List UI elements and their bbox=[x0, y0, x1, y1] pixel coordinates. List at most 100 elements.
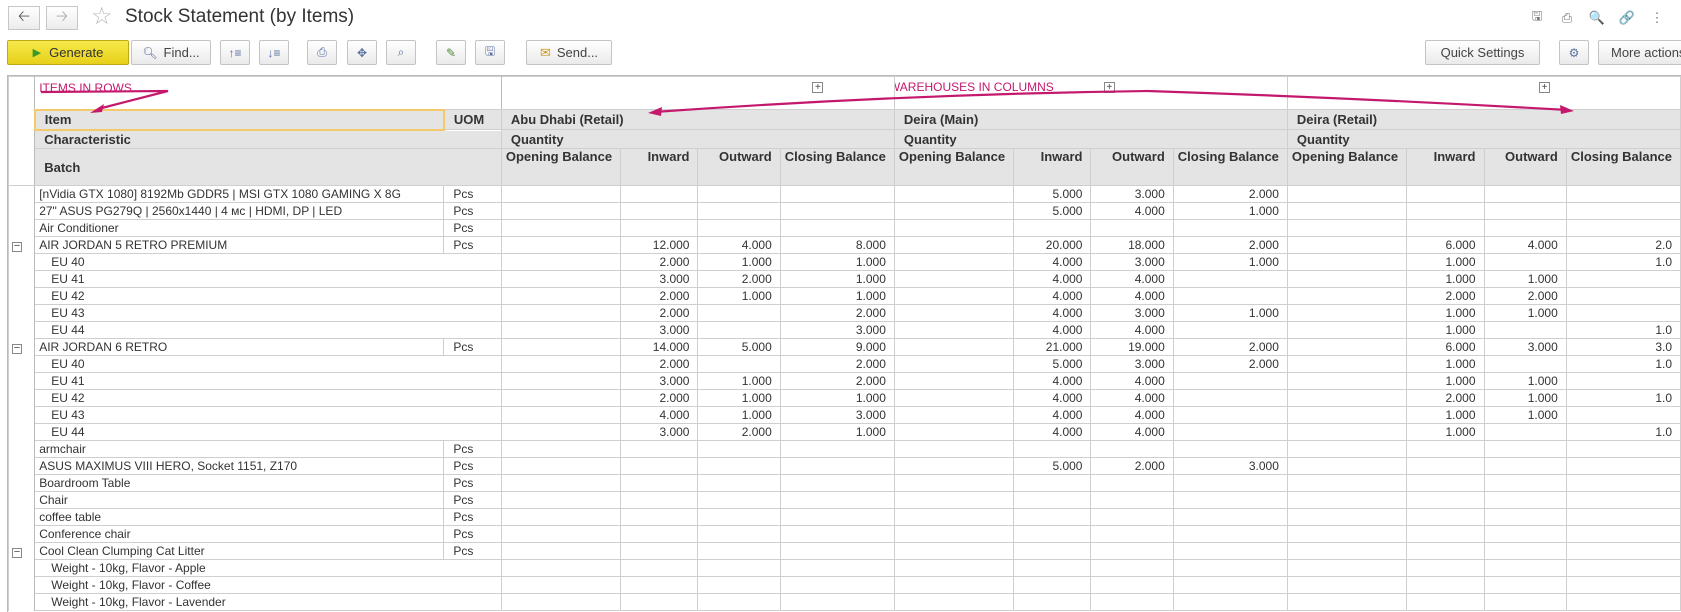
quantity-cell bbox=[1286, 338, 1408, 356]
print-button[interactable]: ⎙ bbox=[307, 40, 337, 65]
table-row[interactable]: ASUS MAXIMUS VIII HERO, Socket 1151, Z17… bbox=[8, 457, 1681, 475]
quantity-cell bbox=[1090, 508, 1174, 526]
table-row[interactable]: EU 40 2.000 1.000 1.000 4.000 3.000 1.000 1.000… bbox=[8, 253, 1681, 271]
star-icon[interactable]: ☆ bbox=[91, 3, 113, 31]
table-row[interactable]: Boardroom Table Pcs bbox=[8, 474, 1681, 492]
quantity-cell: 4.000 bbox=[1090, 321, 1174, 339]
quantity-cell bbox=[1090, 559, 1174, 577]
quantity-cell: 6.000 bbox=[1406, 338, 1485, 356]
table-row[interactable]: coffee table Pcs bbox=[8, 508, 1681, 526]
quantity-cell bbox=[893, 372, 1015, 390]
quantity-cell bbox=[893, 491, 1015, 509]
table-row[interactable]: Weight - 10kg, Flavor - Coffee bbox=[8, 576, 1681, 594]
quantity-cell bbox=[697, 491, 781, 509]
table-row[interactable]: EU 41 3.000 2.000 1.000 4.000 4.000 1.000 1.000 bbox=[8, 270, 1681, 288]
warehouses-in-columns-annotation: WAREHOUSES IN COLUMNS bbox=[894, 80, 1054, 94]
sort-descending-button[interactable]: ↓≡ bbox=[259, 40, 289, 65]
quantity-cell: 4.000 bbox=[1090, 202, 1174, 220]
find-button[interactable]: 🔍︎ Find... bbox=[131, 40, 211, 65]
header-closing: Closing Balance bbox=[1565, 148, 1681, 186]
quantity-cell bbox=[500, 457, 622, 475]
print-preview-button[interactable]: ⌕ bbox=[386, 40, 416, 65]
quantity-cell: 12.000 bbox=[620, 236, 699, 254]
expand-plus-icon[interactable]: + bbox=[1539, 82, 1550, 94]
quantity-cell bbox=[620, 576, 699, 594]
quantity-cell bbox=[1286, 525, 1408, 543]
table-row[interactable]: Chair Pcs bbox=[8, 491, 1681, 509]
edit-button[interactable]: ✎ bbox=[436, 40, 466, 65]
collapse-minus-icon[interactable]: − bbox=[12, 241, 22, 252]
table-row[interactable]: EU 43 2.000 2.000 4.000 3.000 1.000 1.000 1.000 bbox=[8, 304, 1681, 322]
quantity-cell bbox=[620, 185, 699, 203]
quantity-cell bbox=[779, 474, 895, 492]
table-row[interactable]: EU 40 2.000 2.000 5.000 3.000 2.000 1.000 1.0 bbox=[8, 355, 1681, 373]
quantity-cell: 3.000 bbox=[620, 270, 699, 288]
table-row[interactable]: − AIR JORDAN 6 RETRO Pcs 14.000 5.000 9.000 21… bbox=[8, 338, 1681, 356]
quantity-cell bbox=[697, 508, 781, 526]
report-spreadsheet[interactable]: ITEMS IN ROWS + WAREHOUSES IN COLUMNS + +… bbox=[7, 75, 1681, 612]
table-row[interactable]: EU 42 2.000 1.000 1.000 4.000 4.000 2.000 1.000… bbox=[8, 389, 1681, 407]
quantity-cell bbox=[1090, 576, 1174, 594]
link-icon[interactable]: 🔗 bbox=[1617, 8, 1637, 28]
table-row[interactable]: Weight - 10kg, Flavor - Lavender bbox=[8, 593, 1681, 611]
print-preview-icon: ⌕ bbox=[397, 45, 405, 59]
expand-plus-icon[interactable]: + bbox=[812, 82, 824, 94]
quantity-cell: 2.000 bbox=[697, 270, 781, 288]
generate-button[interactable]: ▶ Generate bbox=[7, 40, 129, 65]
collapse-minus-icon[interactable]: − bbox=[12, 547, 22, 558]
table-row[interactable]: EU 44 3.000 3.000 4.000 4.000 1.000 1.0 bbox=[8, 321, 1681, 339]
quantity-cell bbox=[500, 576, 622, 594]
table-row[interactable]: armchair Pcs bbox=[8, 440, 1681, 458]
quantity-cell bbox=[1172, 542, 1288, 560]
header-outward: Outward bbox=[1090, 148, 1174, 186]
header-inward: Inward bbox=[1013, 148, 1092, 186]
quantity-cell: 1.000 bbox=[697, 372, 781, 390]
move-button[interactable]: ✥ bbox=[347, 40, 377, 65]
table-row[interactable]: 27" ASUS PG279Q | 2560x1440 | 4 мс | HDM… bbox=[8, 202, 1681, 220]
header-item[interactable]: Item bbox=[33, 108, 445, 131]
uom-cell: Pcs bbox=[443, 542, 502, 560]
quantity-cell bbox=[1013, 542, 1092, 560]
sort-ascending-button[interactable]: ↑≡ bbox=[220, 40, 250, 65]
item-cell: Weight - 10kg, Flavor - Lavender bbox=[34, 593, 502, 611]
preview-icon[interactable]: 🔍 bbox=[1587, 8, 1607, 28]
quantity-cell bbox=[1483, 321, 1567, 339]
forward-button[interactable]: 🡢 bbox=[46, 6, 78, 30]
back-button[interactable]: 🡠 bbox=[8, 6, 40, 30]
table-row[interactable]: − Cool Clean Clumping Cat Litter Pcs bbox=[8, 542, 1681, 560]
quantity-cell: 2.000 bbox=[620, 253, 699, 271]
quantity-cell: 1.000 bbox=[1406, 372, 1485, 390]
quantity-cell bbox=[1286, 321, 1408, 339]
uom-cell: Pcs bbox=[443, 185, 502, 203]
table-row[interactable]: [nVidia GTX 1080] 8192Mb GDDR5 | MSI GTX… bbox=[8, 185, 1681, 203]
quantity-cell bbox=[1406, 219, 1485, 237]
quantity-cell bbox=[893, 236, 1015, 254]
quantity-cell bbox=[893, 440, 1015, 458]
table-row[interactable]: EU 43 4.000 1.000 3.000 4.000 4.000 1.000 1.000 bbox=[8, 406, 1681, 424]
quantity-cell bbox=[1406, 457, 1485, 475]
quantity-cell bbox=[893, 321, 1015, 339]
table-row[interactable]: EU 44 3.000 2.000 1.000 4.000 4.000 1.000 1.0 bbox=[8, 423, 1681, 441]
more-actions-button[interactable]: More actions bbox=[1598, 40, 1681, 65]
quantity-cell bbox=[620, 508, 699, 526]
table-row[interactable]: EU 42 2.000 1.000 1.000 4.000 4.000 2.000 2.000 bbox=[8, 287, 1681, 305]
quantity-cell: 4.000 bbox=[1013, 321, 1092, 339]
header-opening: Opening Balance bbox=[1286, 148, 1408, 186]
more-vertical-icon[interactable]: ⋮ bbox=[1647, 8, 1667, 28]
quantity-cell bbox=[500, 508, 622, 526]
save-button[interactable]: 🖫 bbox=[475, 40, 505, 65]
table-row[interactable]: − AIR JORDAN 5 RETRO PREMIUM Pcs 12.000 4.00… bbox=[8, 236, 1681, 254]
settings-button[interactable]: ⚙ bbox=[1559, 40, 1589, 65]
table-row[interactable]: Weight - 10kg, Flavor - Apple bbox=[8, 559, 1681, 577]
table-row[interactable]: Conference chair Pcs bbox=[8, 525, 1681, 543]
send-button[interactable]: ✉ Send... bbox=[526, 40, 612, 65]
expand-plus-icon[interactable]: + bbox=[1103, 82, 1115, 94]
collapse-minus-icon[interactable]: − bbox=[12, 343, 22, 354]
save-icon[interactable]: 🖫 bbox=[1527, 8, 1547, 28]
quantity-cell: 6.000 bbox=[1406, 236, 1485, 254]
quantity-cell: 1.0 bbox=[1565, 321, 1681, 339]
table-row[interactable]: Air Conditioner Pcs bbox=[8, 219, 1681, 237]
print-icon[interactable]: ⎙ bbox=[1557, 8, 1577, 28]
table-row[interactable]: EU 41 3.000 1.000 2.000 4.000 4.000 1.000 1.000 bbox=[8, 372, 1681, 390]
quick-settings-button[interactable]: Quick Settings bbox=[1425, 40, 1540, 65]
